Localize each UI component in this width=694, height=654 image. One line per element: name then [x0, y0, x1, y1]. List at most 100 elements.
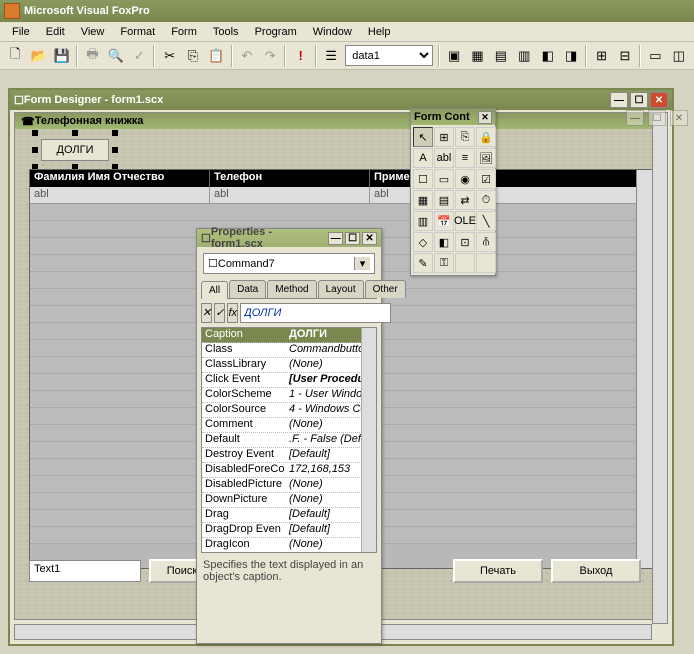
toolbox-tool[interactable]: ▦	[413, 190, 433, 210]
toolbox-tool[interactable]: ⎘	[455, 127, 475, 147]
minimize-button[interactable]: —	[610, 92, 628, 108]
run-icon[interactable]: !	[289, 45, 311, 67]
child-min-button[interactable]: —	[626, 110, 644, 126]
property-row[interactable]: DragDrop Even[Default]	[202, 523, 376, 538]
props-vscrollbar[interactable]	[361, 328, 376, 552]
text1-field[interactable]: Text1	[29, 560, 141, 582]
menu-program[interactable]: Program	[247, 24, 305, 40]
designer-vscrollbar[interactable]	[652, 112, 668, 624]
save-icon[interactable]: 💾	[51, 45, 73, 67]
toolbox-tool[interactable]: ✎	[413, 253, 433, 273]
fx-button[interactable]: fx	[227, 303, 238, 323]
child-max-button[interactable]: ☐	[648, 110, 666, 126]
toolbox-tool[interactable]: ⊡	[455, 232, 475, 252]
dolgi-button[interactable]: ДОЛГИ	[41, 139, 109, 161]
tool-a-icon[interactable]: ▭	[644, 45, 666, 67]
menu-file[interactable]: File	[4, 24, 38, 40]
print-icon[interactable]: 🖶	[81, 45, 103, 67]
toolbox-tool[interactable]: ⇄	[455, 190, 475, 210]
toolbox-tool[interactable]: ╲	[476, 211, 496, 231]
property-row[interactable]: ColorScheme1 - User Window	[202, 388, 376, 403]
toolbox-tool[interactable]: ▭	[434, 169, 454, 189]
property-list[interactable]: CaptionДОЛГИClassCommandbuttonClassLibra…	[201, 327, 377, 553]
grid-cell[interactable]: abl	[210, 187, 370, 203]
property-row[interactable]: DownPicture(None)	[202, 493, 376, 508]
cut-icon[interactable]: ✂	[158, 45, 180, 67]
property-row[interactable]: Default.F. - False (Defa	[202, 433, 376, 448]
resize-handle[interactable]	[32, 130, 38, 136]
toolbox-tool[interactable]: A	[413, 148, 433, 168]
redo-icon[interactable]: ↷	[259, 45, 281, 67]
toolbox-tool[interactable]: OLE	[455, 211, 475, 231]
resize-handle[interactable]	[32, 147, 38, 153]
tab-layout[interactable]: Layout	[318, 280, 364, 298]
property-row[interactable]: DisabledPicture(None)	[202, 478, 376, 493]
window7-icon[interactable]: ⊞	[590, 45, 612, 67]
window3-icon[interactable]: ▤	[490, 45, 512, 67]
undo-icon[interactable]: ↶	[236, 45, 258, 67]
menu-tools[interactable]: Tools	[205, 24, 247, 40]
props-min-button[interactable]: —	[328, 232, 343, 245]
property-row[interactable]: Comment(None)	[202, 418, 376, 433]
window8-icon[interactable]: ⊟	[614, 45, 636, 67]
spell-icon[interactable]: ✓	[128, 45, 150, 67]
open-icon[interactable]: 📂	[27, 45, 49, 67]
tool-b-icon[interactable]: ◫	[668, 45, 690, 67]
toolbox-tool[interactable]: 🔒	[476, 127, 496, 147]
menu-form[interactable]: Form	[163, 24, 205, 40]
property-row[interactable]: ColorSource4 - Windows Co	[202, 403, 376, 418]
exit-button[interactable]: Выход	[551, 559, 641, 583]
window2-icon[interactable]: ▦	[466, 45, 488, 67]
toolbox-tool[interactable]	[476, 253, 496, 273]
window1-icon[interactable]: ▣	[443, 45, 465, 67]
preview-icon[interactable]: 🔍	[105, 45, 127, 67]
toolbox-tool[interactable]: ☐	[413, 169, 433, 189]
toolbox-tool[interactable]: ⊞	[434, 127, 454, 147]
toolbox-tool[interactable]: ▤	[434, 190, 454, 210]
properties-titlebar[interactable]: ☐ Properties - form1.scx — ☐ ✕	[197, 229, 381, 247]
tab-all[interactable]: All	[201, 281, 228, 299]
resize-handle[interactable]	[112, 147, 118, 153]
toolbox-tool[interactable]: ≡	[455, 148, 475, 168]
resize-handle[interactable]	[72, 130, 78, 136]
toolbox-tool[interactable]: ↖	[413, 127, 433, 147]
property-row[interactable]: Click Event[User Procedu	[202, 373, 376, 388]
property-row[interactable]: CaptionДОЛГИ	[202, 328, 376, 343]
paste-icon[interactable]: 📋	[205, 45, 227, 67]
grid-vscrollbar[interactable]	[636, 170, 652, 568]
toolbox-tool[interactable]: abl	[434, 148, 454, 168]
toolbox-tool[interactable]: ◧	[434, 232, 454, 252]
property-value-input[interactable]	[240, 303, 391, 323]
window4-icon[interactable]: ▥	[513, 45, 535, 67]
toolbox-titlebar[interactable]: Form Cont ✕	[411, 109, 495, 125]
property-row[interactable]: DisabledForeCo172,168,153	[202, 463, 376, 478]
cancel-edit-button[interactable]: ✕	[201, 303, 212, 323]
toolbox-tool[interactable]: ▥	[413, 211, 433, 231]
window6-icon[interactable]: ◨	[560, 45, 582, 67]
toolbox-tool[interactable]	[455, 253, 475, 273]
tab-data[interactable]: Data	[229, 280, 266, 298]
modify-icon[interactable]: ☰	[320, 45, 342, 67]
property-row[interactable]: DragIcon(None)	[202, 538, 376, 553]
object-selector[interactable]: ☐ Command7 ▾	[203, 253, 375, 274]
dropdown-icon[interactable]: ▾	[354, 257, 370, 270]
toolbox-tool[interactable]: ⏱	[476, 190, 496, 210]
toolbox-tool[interactable]: 📅	[434, 211, 454, 231]
menu-window[interactable]: Window	[305, 24, 360, 40]
property-row[interactable]: ClassLibrary(None)	[202, 358, 376, 373]
child-close-button[interactable]: ✕	[670, 110, 688, 126]
print-button[interactable]: Печать	[453, 559, 543, 583]
toolbox-tool[interactable]: ◇	[413, 232, 433, 252]
toolbox-tool[interactable]: 🖼	[476, 148, 496, 168]
copy-icon[interactable]: ⎘	[182, 45, 204, 67]
menu-edit[interactable]: Edit	[38, 24, 73, 40]
property-row[interactable]: Destroy Event[Default]	[202, 448, 376, 463]
menu-format[interactable]: Format	[112, 24, 163, 40]
toolbox-tool[interactable]: ⫚	[476, 232, 496, 252]
props-close-button[interactable]: ✕	[362, 232, 377, 245]
grid-col-phone[interactable]: Телефон	[210, 170, 370, 187]
new-icon[interactable]: 🗋	[4, 45, 26, 67]
grid-col-fio[interactable]: Фамилия Имя Отчество	[30, 170, 210, 187]
tab-other[interactable]: Other	[365, 280, 406, 298]
toolbox-tool[interactable]: ⚿	[434, 253, 454, 273]
